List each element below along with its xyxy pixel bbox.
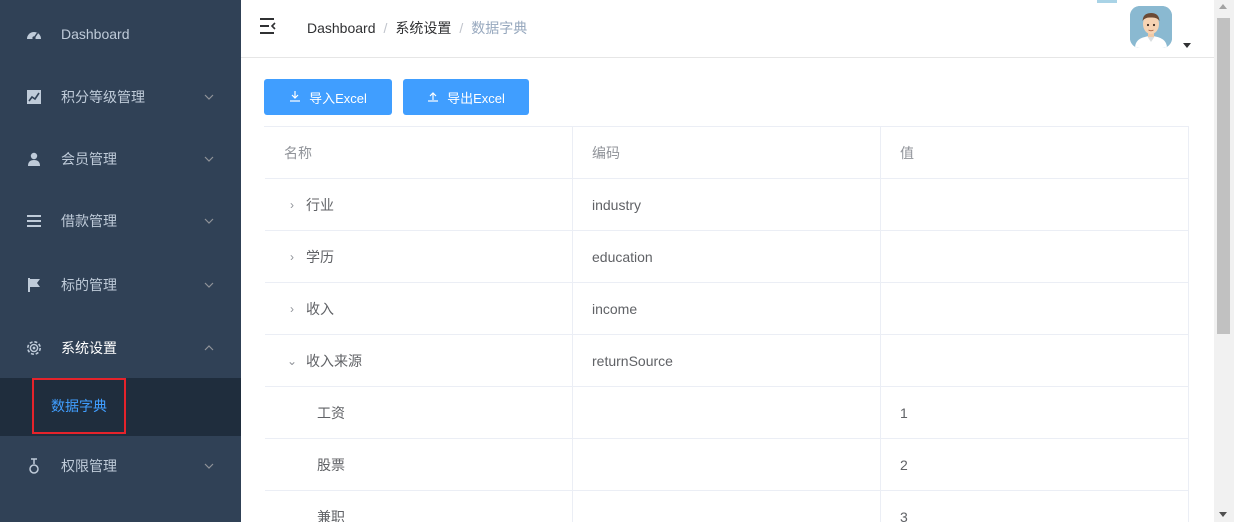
table-cell-value	[881, 283, 1189, 334]
table-row: › 学历 education	[265, 231, 1189, 283]
table-row: 兼职 3	[265, 491, 1189, 522]
submenu-item-label: 数据字典	[51, 398, 107, 414]
sidebar-item-members[interactable]: 会员管理	[0, 131, 241, 187]
chevron-down-icon	[203, 91, 215, 103]
lock-icon	[26, 458, 42, 474]
chevron-down-icon	[203, 215, 215, 227]
sidebar-item-targets[interactable]: 标的管理	[0, 257, 241, 313]
page-scrollbar[interactable]	[1214, 0, 1234, 522]
flag-icon	[26, 277, 42, 293]
sidebar-item-system-settings[interactable]: 系统设置	[0, 320, 241, 376]
sidebar-item-label: 权限管理	[61, 458, 117, 474]
table-cell-code: income	[573, 283, 881, 334]
table-cell-code	[573, 439, 881, 490]
export-excel-label: 导出Excel	[447, 90, 505, 106]
table-row: ⌄ 收入来源 returnSource	[265, 335, 1189, 387]
caret-down-icon[interactable]	[1182, 36, 1192, 48]
sidebar-item-label: 标的管理	[61, 277, 117, 293]
table-cell-code	[573, 387, 881, 438]
sidebar-item-permissions[interactable]: 权限管理	[0, 438, 241, 494]
row-name: 学历	[306, 248, 334, 265]
breadcrumb-system-settings[interactable]: 系统设置	[395, 18, 451, 38]
expand-arrow-icon[interactable]: ›	[284, 302, 300, 316]
status-badge	[1097, 0, 1117, 3]
sidebar-item-label: 积分等级管理	[61, 89, 145, 105]
table-cell-code	[573, 491, 881, 522]
chart-icon	[26, 89, 42, 105]
scroll-down-icon[interactable]	[1219, 512, 1227, 517]
list-icon	[26, 213, 42, 229]
table-row: › 行业 industry	[265, 179, 1189, 231]
upload-icon	[427, 90, 439, 105]
breadcrumb-dashboard[interactable]: Dashboard	[307, 20, 376, 36]
data-dictionary-table: 名称 编码 值 › 行业 industry › 学历 education › 收…	[264, 126, 1189, 522]
import-excel-button[interactable]: 导入Excel	[264, 79, 392, 115]
chevron-down-icon	[203, 279, 215, 291]
sidebar-item-label: 借款管理	[61, 213, 117, 229]
sidebar-item-loans[interactable]: 借款管理	[0, 193, 241, 249]
scrollbar-thumb[interactable]	[1217, 18, 1230, 334]
table-cell-name: 股票	[265, 439, 573, 490]
expand-arrow-icon[interactable]: ›	[284, 250, 300, 264]
hamburger-icon[interactable]	[260, 17, 280, 37]
chevron-up-icon	[203, 342, 215, 354]
table-header-code: 编码	[573, 127, 881, 178]
table-header-name: 名称	[265, 127, 573, 178]
breadcrumb-current: 数据字典	[471, 20, 528, 36]
row-name: 行业	[306, 196, 334, 213]
sidebar-item-label: Dashboard	[61, 26, 130, 42]
breadcrumb-separator: /	[383, 20, 388, 36]
sidebar-item-points-level[interactable]: 积分等级管理	[0, 69, 241, 125]
sidebar-item-dashboard[interactable]: Dashboard	[0, 6, 241, 62]
table-cell-value: 2	[881, 439, 1189, 490]
row-name: 收入	[306, 300, 334, 317]
sidebar-item-label: 系统设置	[61, 340, 117, 356]
table-cell-value	[881, 335, 1189, 386]
dashboard-icon	[26, 26, 42, 42]
table-cell-value	[881, 179, 1189, 230]
table-cell-value: 1	[881, 387, 1189, 438]
expand-arrow-icon[interactable]: ›	[284, 198, 300, 212]
collapse-arrow-icon[interactable]: ⌄	[284, 354, 300, 368]
row-name: 收入来源	[306, 352, 362, 369]
download-icon	[289, 90, 301, 105]
table-header-row: 名称 编码 值	[265, 127, 1189, 179]
sidebar: Dashboard 积分等级管理 会员管理 借款管理 标的管理 系统设置 数据字…	[0, 0, 241, 522]
sidebar-item-label: 会员管理	[61, 151, 117, 167]
table-cell-code: industry	[573, 179, 881, 230]
table-cell-code: returnSource	[573, 335, 881, 386]
import-excel-label: 导入Excel	[309, 90, 367, 106]
table-header-value: 值	[881, 127, 1189, 178]
breadcrumb: Dashboard / 系统设置 / 数据字典	[307, 18, 527, 38]
table-cell-name: › 收入	[265, 283, 573, 334]
avatar[interactable]	[1130, 6, 1172, 48]
submenu-system-settings: 数据字典	[0, 378, 241, 436]
navbar: Dashboard / 系统设置 / 数据字典	[241, 0, 1214, 58]
table-row: 工资 1	[265, 387, 1189, 439]
table-cell-name: 兼职	[265, 491, 573, 522]
table-row: › 收入 income	[265, 283, 1189, 335]
export-excel-button[interactable]: 导出Excel	[403, 79, 529, 115]
user-icon	[26, 151, 42, 167]
breadcrumb-separator: /	[459, 20, 464, 36]
table-cell-name: ⌄ 收入来源	[265, 335, 573, 386]
table-cell-value	[881, 231, 1189, 282]
chevron-down-icon	[203, 460, 215, 472]
gear-icon	[26, 340, 42, 356]
scroll-up-icon[interactable]	[1219, 4, 1227, 9]
chevron-down-icon	[203, 153, 215, 165]
table-cell-value: 3	[881, 491, 1189, 522]
table-cell-name: › 行业	[265, 179, 573, 230]
table-cell-name: › 学历	[265, 231, 573, 282]
submenu-item-data-dictionary[interactable]: 数据字典	[32, 378, 126, 434]
table-cell-name: 工资	[265, 387, 573, 438]
table-row: 股票 2	[265, 439, 1189, 491]
table-cell-code: education	[573, 231, 881, 282]
